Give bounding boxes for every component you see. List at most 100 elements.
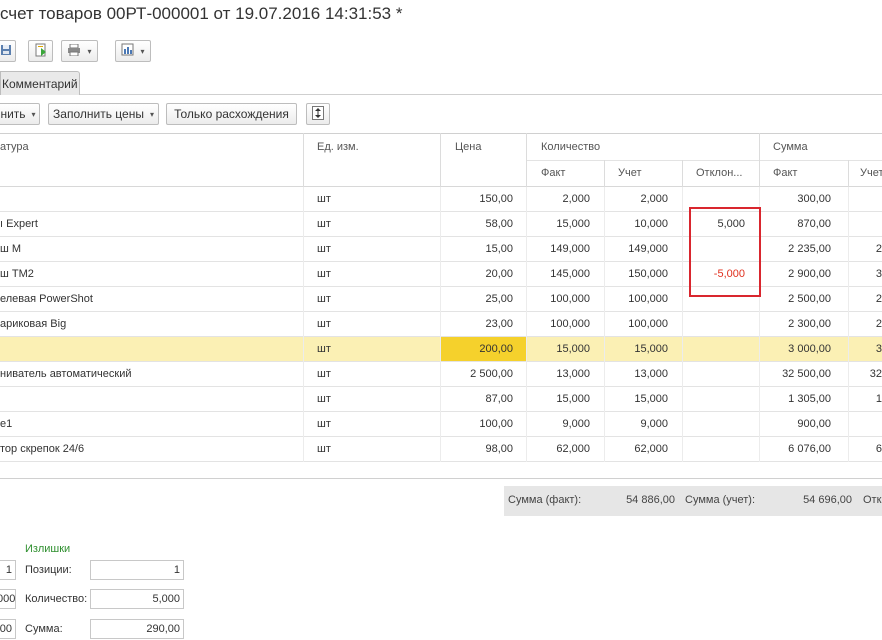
cell-qty-account: 100,000 — [628, 293, 668, 305]
table-row[interactable]: тор скрепок 24/6 шт 98,00 62,000 62,000 6 076… — [0, 437, 882, 462]
column-header-sum-fact[interactable]: Факт — [773, 167, 797, 179]
cell-price: 150,00 — [479, 193, 513, 205]
column-header-sum: Сумма — [773, 141, 808, 153]
cell-name: ш M — [0, 243, 22, 255]
totals-bar: Сумма (факт): 54 886,00 Сумма (учет): 54… — [504, 486, 882, 516]
cell-qty-account: 15,000 — [634, 343, 668, 355]
fill-prices-button[interactable]: Заполнить цены ▾ — [48, 103, 159, 125]
row-height-button[interactable] — [306, 103, 330, 125]
shortage-quantity-field: 000 — [0, 589, 16, 609]
chevron-down-icon: ▾ — [149, 109, 154, 119]
shortage-sum-field: 00 — [0, 619, 16, 639]
cell-sum-fact: 2 300,00 — [788, 318, 831, 330]
column-header-qty-fact[interactable]: Факт — [541, 167, 565, 179]
tab-comment[interactable]: Комментарий — [0, 71, 80, 95]
cell-price: 200,00 — [479, 343, 513, 355]
cell-qty-fact: 9,000 — [562, 418, 590, 430]
cell-price: 58,00 — [485, 218, 513, 230]
cell-price: 23,00 — [485, 318, 513, 330]
shortage-positions-field: 1 — [0, 560, 16, 580]
cell-sum-fact: 2 500,00 — [788, 293, 831, 305]
cell-qty-account: 10,000 — [634, 218, 668, 230]
cell-sum-fact: 870,00 — [797, 218, 831, 230]
cell-sum-fact: 6 076,00 — [788, 443, 831, 455]
column-header-quantity: Количество — [541, 141, 601, 153]
column-header-price[interactable]: Цена — [455, 141, 481, 153]
fill-button[interactable]: нить ▾ — [0, 103, 40, 125]
cell-name: тор скрепок 24/6 — [0, 443, 85, 455]
chevron-down-icon: ▾ — [140, 46, 145, 56]
table-row[interactable]: e1 шт 100,00 9,000 9,000 900,00 — [0, 412, 882, 437]
cell-qty-fact: 15,000 — [556, 393, 590, 405]
cell-qty-fact: 100,000 — [550, 293, 590, 305]
cell-sum-account: 3 — [875, 268, 882, 280]
fill-prices-label: Заполнить цены — [53, 107, 144, 121]
column-header-sum-account[interactable]: Учет — [860, 167, 882, 179]
cell-sum-fact: 2 235,00 — [788, 243, 831, 255]
cell-qty-fact: 2,000 — [562, 193, 590, 205]
total-account-label: Сумма (учет): — [685, 494, 756, 506]
cell-name: ш TM2 — [0, 268, 34, 280]
cell-qty-fact: 62,000 — [556, 443, 590, 455]
save-button[interactable] — [0, 40, 16, 62]
surplus-sum-field: 290,00 — [90, 619, 184, 639]
surplus-positions-field: 1 — [90, 560, 184, 580]
total-account-value: 54 696,00 — [803, 494, 852, 506]
cell-qty-fact: 100,000 — [550, 318, 590, 330]
cell-unit: шт — [317, 268, 331, 280]
cell-qty-fact: 149,000 — [550, 243, 590, 255]
cell-price: 20,00 — [485, 268, 513, 280]
column-header-unit[interactable]: Ед. изм. — [317, 141, 359, 153]
total-deviation-label: Отк — [863, 494, 882, 506]
cell-unit: шт — [317, 418, 331, 430]
cell-unit: шт — [317, 368, 331, 380]
save-icon — [0, 44, 12, 59]
cell-name: e1 — [0, 418, 13, 430]
cell-name: ı Expert — [0, 218, 38, 230]
cell-unit: шт — [317, 293, 331, 305]
cell-qty-account: 13,000 — [634, 368, 668, 380]
surplus-heading: Излишки — [25, 543, 71, 555]
surplus-positions-label: Позиции: — [25, 564, 72, 576]
column-header-name[interactable]: атура — [0, 141, 29, 153]
total-fact-value: 54 886,00 — [626, 494, 675, 506]
cell-sum-account: 3 — [875, 343, 882, 355]
cell-qty-account: 150,000 — [628, 268, 668, 280]
only-differences-button[interactable]: Только расхождения — [166, 103, 297, 125]
surplus-sum-label: Сумма: — [25, 623, 63, 635]
surplus-quantity-label: Количество: — [25, 593, 88, 605]
report-icon — [121, 43, 134, 59]
row-divider — [0, 461, 882, 462]
table-row[interactable]: ниватель автоматический шт 2 500,00 13,000 1… — [0, 362, 882, 387]
cell-name: елевая PowerShot — [0, 293, 93, 305]
cell-qty-fact: 13,000 — [556, 368, 590, 380]
print-button[interactable]: ▾ — [61, 40, 98, 62]
cell-qty-account: 15,000 — [634, 393, 668, 405]
cell-name: ариковая Big — [0, 318, 67, 330]
reports-button[interactable]: ▾ — [115, 40, 151, 62]
cell-sum-fact: 300,00 — [797, 193, 831, 205]
cell-sum-fact: 900,00 — [797, 418, 831, 430]
cell-price: 2 500,00 — [470, 368, 513, 380]
column-header-qty-account[interactable]: Учет — [618, 167, 642, 179]
column-header-deviation[interactable]: Отклон... — [696, 167, 742, 179]
cell-sum-fact: 32 500,00 — [782, 368, 831, 380]
cell-qty-fact: 145,000 — [550, 268, 590, 280]
cell-qty-fact: 15,000 — [556, 218, 590, 230]
cell-qty-account: 9,000 — [640, 418, 668, 430]
cell-price: 15,00 — [485, 243, 513, 255]
table-row[interactable]: ариковая Big шт 23,00 100,000 100,000 2 300,0… — [0, 312, 882, 337]
cell-unit: шт — [317, 318, 331, 330]
cell-sum-account: 2 — [875, 293, 882, 305]
cell-sum-fact: 3 000,00 — [788, 343, 831, 355]
deviation-highlight-box — [689, 207, 761, 297]
cell-sum-fact: 2 900,00 — [788, 268, 831, 280]
surplus-quantity-field: 5,000 — [90, 589, 184, 609]
table-row[interactable]: шт 87,00 15,000 15,000 1 305,00 1 — [0, 387, 882, 412]
cell-sum-account: 2 — [875, 318, 882, 330]
cell-sum-account: 1 — [875, 393, 882, 405]
cell-sum-account: 2 — [875, 243, 882, 255]
post-and-close-button[interactable] — [28, 40, 53, 62]
table-row[interactable]: шт 200,00 15,000 15,000 3 000,00 3 — [0, 337, 882, 362]
cell-qty-account: 62,000 — [634, 443, 668, 455]
